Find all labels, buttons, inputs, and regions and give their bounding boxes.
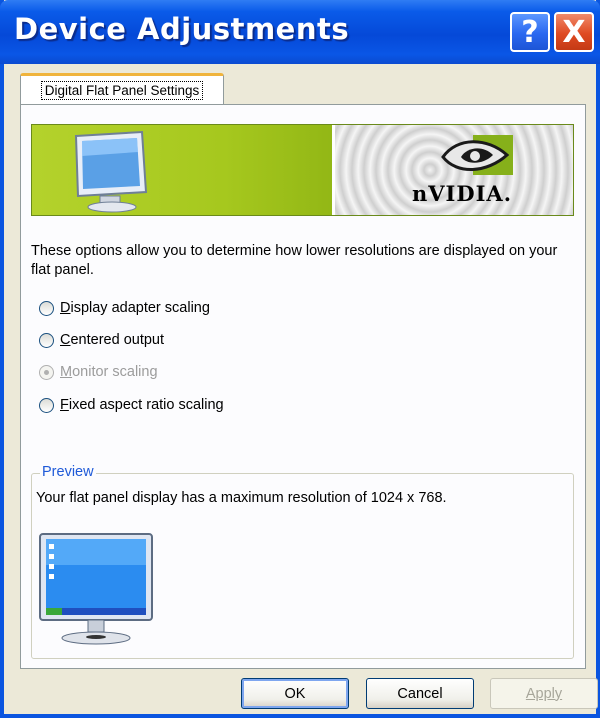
radio-label: Centered output: [60, 332, 165, 348]
preview-legend: Preview: [40, 464, 96, 480]
ok-button[interactable]: OK: [241, 678, 349, 709]
preview-text: Your flat panel display has a maximum re…: [36, 490, 447, 506]
radio-icon[interactable]: [39, 300, 54, 316]
help-icon: ?: [521, 14, 539, 50]
radio-monitor-scaling: Monitor scaling: [39, 364, 158, 380]
tab-digital-flat-panel-settings[interactable]: Digital Flat Panel Settings: [20, 73, 224, 105]
close-icon: X: [562, 14, 586, 50]
radio-icon[interactable]: [39, 397, 54, 413]
radio-label: Monitor scaling: [60, 364, 158, 380]
monitor-preview-icon: [39, 533, 153, 645]
radio-label: Display adapter scaling: [60, 300, 210, 316]
radio-label: Fixed aspect ratio scaling: [60, 397, 224, 413]
help-button[interactable]: ?: [510, 12, 550, 52]
radio-display-adapter-scaling[interactable]: Display adapter scaling: [39, 300, 210, 316]
monitor-icon: [74, 130, 148, 213]
radio-fixed-aspect-ratio-scaling[interactable]: Fixed aspect ratio scaling: [39, 397, 224, 413]
nvidia-brand-text: nVIDIA.: [412, 181, 513, 206]
nvidia-banner: nVIDIA.: [31, 124, 574, 216]
apply-label: Apply: [525, 685, 563, 702]
window-title: Device Adjustments: [14, 12, 350, 46]
tab-panel: nVIDIA. These options allow you to deter…: [20, 104, 586, 669]
radio-icon[interactable]: [39, 332, 54, 348]
preview-group: Preview Your flat panel display has a ma…: [31, 464, 574, 659]
apply-button: Apply: [490, 678, 598, 709]
nvidia-eye-icon: [441, 135, 513, 175]
title-bar[interactable]: Device Adjustments ? X: [0, 0, 600, 64]
radio-centered-output[interactable]: Centered output: [39, 332, 164, 348]
close-button[interactable]: X: [554, 12, 594, 52]
tab-label: Digital Flat Panel Settings: [40, 81, 204, 100]
device-adjustments-window: Device Adjustments ? X Digital Flat Pane…: [0, 0, 600, 718]
radio-icon: [39, 364, 54, 380]
cancel-button[interactable]: Cancel: [366, 678, 474, 709]
options-description: These options allow you to determine how…: [31, 243, 558, 278]
